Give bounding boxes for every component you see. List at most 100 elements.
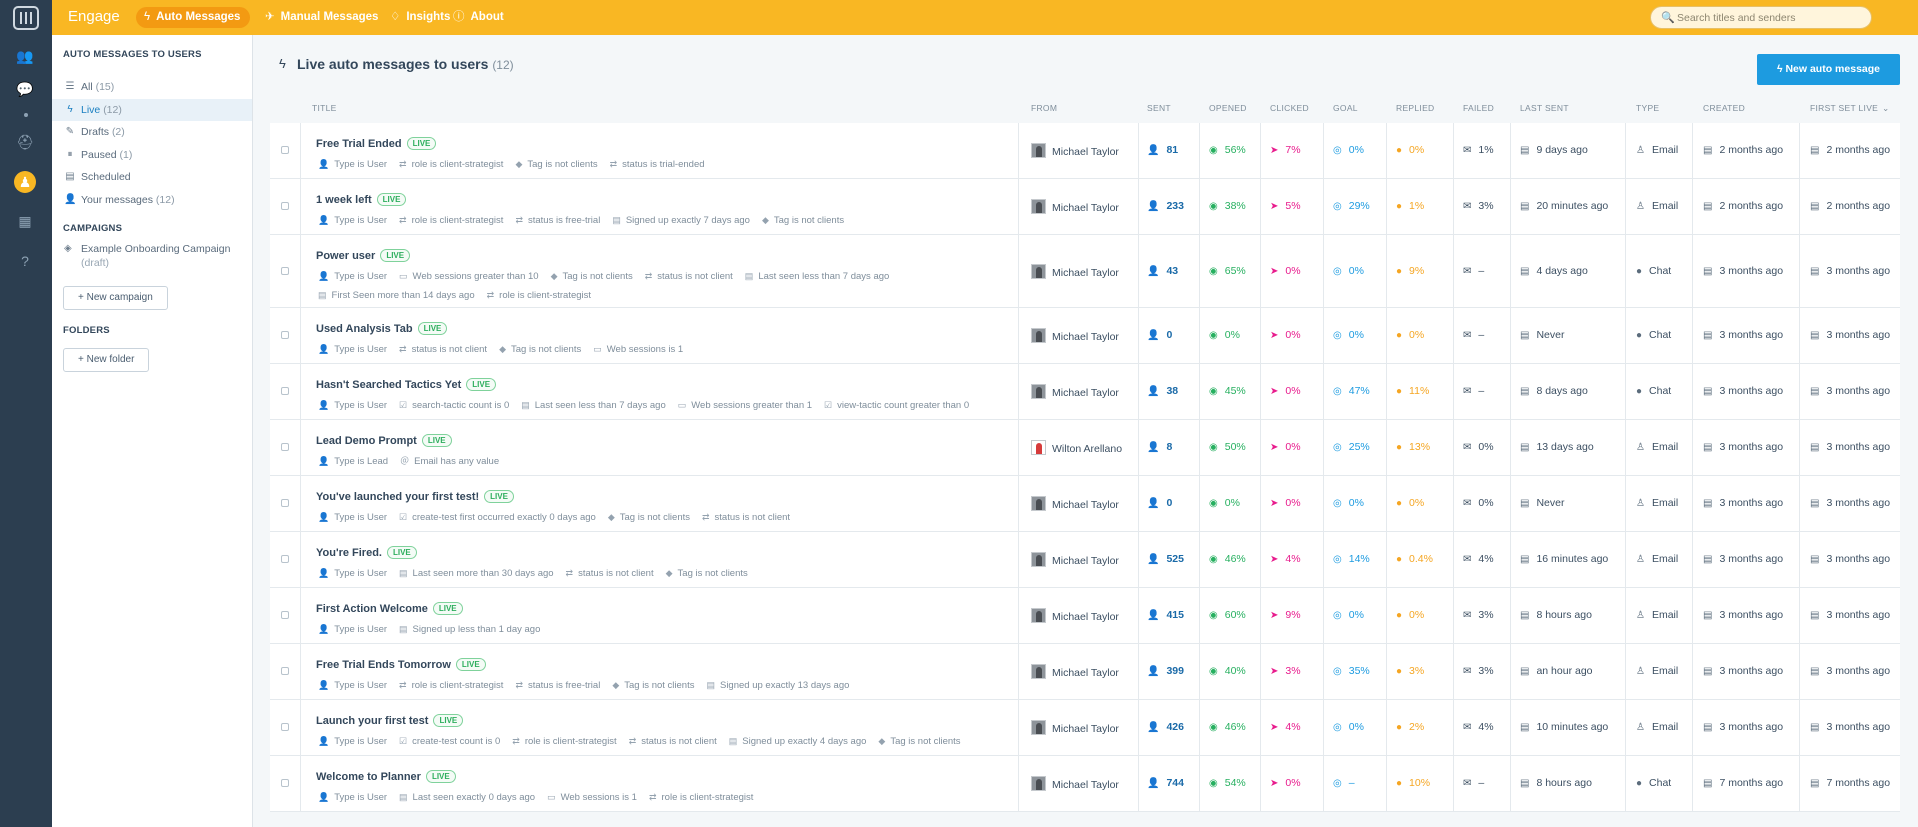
stat-first-live[interactable]: ▤ 2 months ago [1810,144,1890,156]
stat-goal[interactable]: ◎ 47% [1333,385,1370,397]
engage-icon[interactable]: ♟ [14,171,36,193]
table-row[interactable]: Used Analysis Tab LIVE 👤 Type is User ⇄ statu… [270,308,1900,364]
stat-clicked[interactable]: ➤ 7% [1270,144,1301,156]
topnav-auto-messages[interactable]: ϟ Auto Messages [136,7,251,28]
stat-created[interactable]: ▤ 3 months ago [1703,553,1783,565]
stat-type[interactable]: ♙ Email [1636,553,1678,565]
column-header-sent[interactable]: SENT [1147,103,1171,113]
stat-opened[interactable]: ◉ 54% [1209,777,1246,789]
stat-opened[interactable]: ◉ 40% [1209,665,1246,677]
row-checkbox[interactable] [281,266,289,275]
stat-type[interactable]: ♙ Email [1636,200,1678,212]
stat-clicked[interactable]: ➤ 0% [1270,265,1301,277]
people-icon[interactable]: 👥 [14,45,36,67]
stat-first-live[interactable]: ▤ 7 months ago [1810,777,1890,789]
stat-clicked[interactable]: ➤ 0% [1270,497,1301,509]
message-title[interactable]: You've launched your first test! LIVE [316,490,514,503]
stat-failed[interactable]: ✉ 0% [1463,497,1494,509]
stat-sent[interactable]: 👤 426 [1147,721,1184,733]
row-checkbox[interactable] [281,723,289,731]
row-checkbox[interactable] [281,202,289,210]
message-title[interactable]: First Action Welcome LIVE [316,602,463,615]
sender[interactable]: Michael Taylor [1031,496,1119,511]
stat-clicked[interactable]: ➤ 9% [1270,609,1301,621]
stat-goal[interactable]: ◎ 0% [1333,144,1364,156]
stat-replied[interactable]: ● 10% [1396,777,1430,789]
stat-last-sent[interactable]: ▤ 20 minutes ago [1520,200,1608,212]
stat-first-live[interactable]: ▤ 3 months ago [1810,385,1890,397]
table-row[interactable]: You're Fired. LIVE 👤 Type is User ▤ Last seen… [270,532,1900,588]
apps-icon[interactable]: ▦ [14,210,36,232]
sender[interactable]: Michael Taylor [1031,328,1119,343]
sidebar-item-drafts[interactable]: ✎ Drafts (2) [52,121,252,143]
stat-replied[interactable]: ● 0% [1396,609,1424,621]
stat-failed[interactable]: ✉ 0% [1463,441,1494,453]
stat-first-live[interactable]: ▤ 3 months ago [1810,441,1890,453]
stat-last-sent[interactable]: ▤ 8 hours ago [1520,777,1592,789]
sidebar-item-paused[interactable]: ⏸ Paused (1) [52,144,252,166]
stat-opened[interactable]: ◉ 0% [1209,329,1240,341]
stat-goal[interactable]: ◎ 29% [1333,200,1370,212]
stat-replied[interactable]: ● 13% [1396,441,1430,453]
stat-sent[interactable]: 👤 0 [1147,329,1172,341]
sender[interactable]: Michael Taylor [1031,143,1119,158]
column-header-title[interactable]: TITLE [312,103,337,113]
stat-sent[interactable]: 👤 0 [1147,497,1172,509]
stat-sent[interactable]: 👤 8 [1147,441,1172,453]
column-header-last-sent[interactable]: LAST SENT [1520,103,1569,113]
stat-clicked[interactable]: ➤ 0% [1270,329,1301,341]
stat-failed[interactable]: ✉ 3% [1463,665,1494,677]
row-checkbox[interactable] [281,499,289,507]
message-title[interactable]: 1 week left LIVE [316,193,407,206]
table-row[interactable]: 1 week left LIVE 👤 Type is User ⇄ role is cli… [270,179,1900,235]
stat-first-live[interactable]: ▤ 3 months ago [1810,553,1890,565]
message-title[interactable]: You're Fired. LIVE [316,546,417,559]
stat-opened[interactable]: ◉ 45% [1209,385,1246,397]
stat-created[interactable]: ▤ 3 months ago [1703,385,1783,397]
chevron-down-icon[interactable]: ⌄ [1882,103,1889,113]
sender[interactable]: Michael Taylor [1031,608,1119,623]
stat-last-sent[interactable]: ▤ 10 minutes ago [1520,721,1608,733]
stat-goal[interactable]: ◎ 0% [1333,265,1364,277]
stat-failed[interactable]: ✉ – [1463,385,1484,397]
stat-opened[interactable]: ◉ 0% [1209,497,1240,509]
row-checkbox[interactable] [281,146,289,154]
column-header-type[interactable]: TYPE [1636,103,1659,113]
message-title[interactable]: Launch your first test LIVE [316,714,464,727]
column-header-clicked[interactable]: CLICKED [1270,103,1309,113]
stat-clicked[interactable]: ➤ 4% [1270,721,1301,733]
table-row[interactable]: Hasn't Searched Tactics Yet LIVE 👤 Type is … [270,364,1900,420]
stat-first-live[interactable]: ▤ 2 months ago [1810,200,1890,212]
stat-last-sent[interactable]: ▤ Never [1520,329,1564,341]
stat-created[interactable]: ▤ 3 months ago [1703,721,1783,733]
stat-first-live[interactable]: ▤ 3 months ago [1810,665,1890,677]
stat-first-live[interactable]: ▤ 3 months ago [1810,609,1890,621]
stat-created[interactable]: ▤ 3 months ago [1703,497,1783,509]
row-checkbox[interactable] [281,387,289,395]
table-row[interactable]: Power user LIVE 👤 Type is User ▭ Web sessions… [270,235,1900,308]
stat-replied[interactable]: ● 3% [1396,665,1424,677]
sidebar-item-live[interactable]: ϟ Live (12) [52,98,252,121]
column-header-failed[interactable]: FAILED [1463,103,1494,113]
message-title[interactable]: Power user LIVE [316,249,411,262]
stat-first-live[interactable]: ▤ 3 months ago [1810,497,1890,509]
stat-goal[interactable]: ◎ 35% [1333,665,1370,677]
stat-type[interactable]: ● Chat [1636,265,1671,277]
column-header-opened[interactable]: OPENED [1209,103,1247,113]
row-checkbox[interactable] [281,667,289,675]
campaign-item[interactable]: Example Onboarding Campaign (draft) [81,242,230,270]
stat-type[interactable]: ● Chat [1636,385,1671,397]
sender[interactable]: Michael Taylor [1031,552,1119,567]
message-title[interactable]: Welcome to Planner LIVE [316,770,456,783]
stat-last-sent[interactable]: ▤ 8 days ago [1520,385,1588,397]
sender[interactable]: Michael Taylor [1031,720,1119,735]
row-checkbox[interactable] [281,331,289,339]
help-icon[interactable]: ? [14,250,36,272]
stat-goal[interactable]: ◎ – [1333,777,1355,789]
column-header-created[interactable]: CREATED [1703,103,1745,113]
stat-first-live[interactable]: ▤ 3 months ago [1810,265,1890,277]
stat-created[interactable]: ▤ 3 months ago [1703,329,1783,341]
stat-goal[interactable]: ◎ 0% [1333,609,1364,621]
column-header-first-set-live[interactable]: FIRST SET LIVE ⌄ [1810,103,1890,114]
stat-sent[interactable]: 👤 525 [1147,553,1184,565]
